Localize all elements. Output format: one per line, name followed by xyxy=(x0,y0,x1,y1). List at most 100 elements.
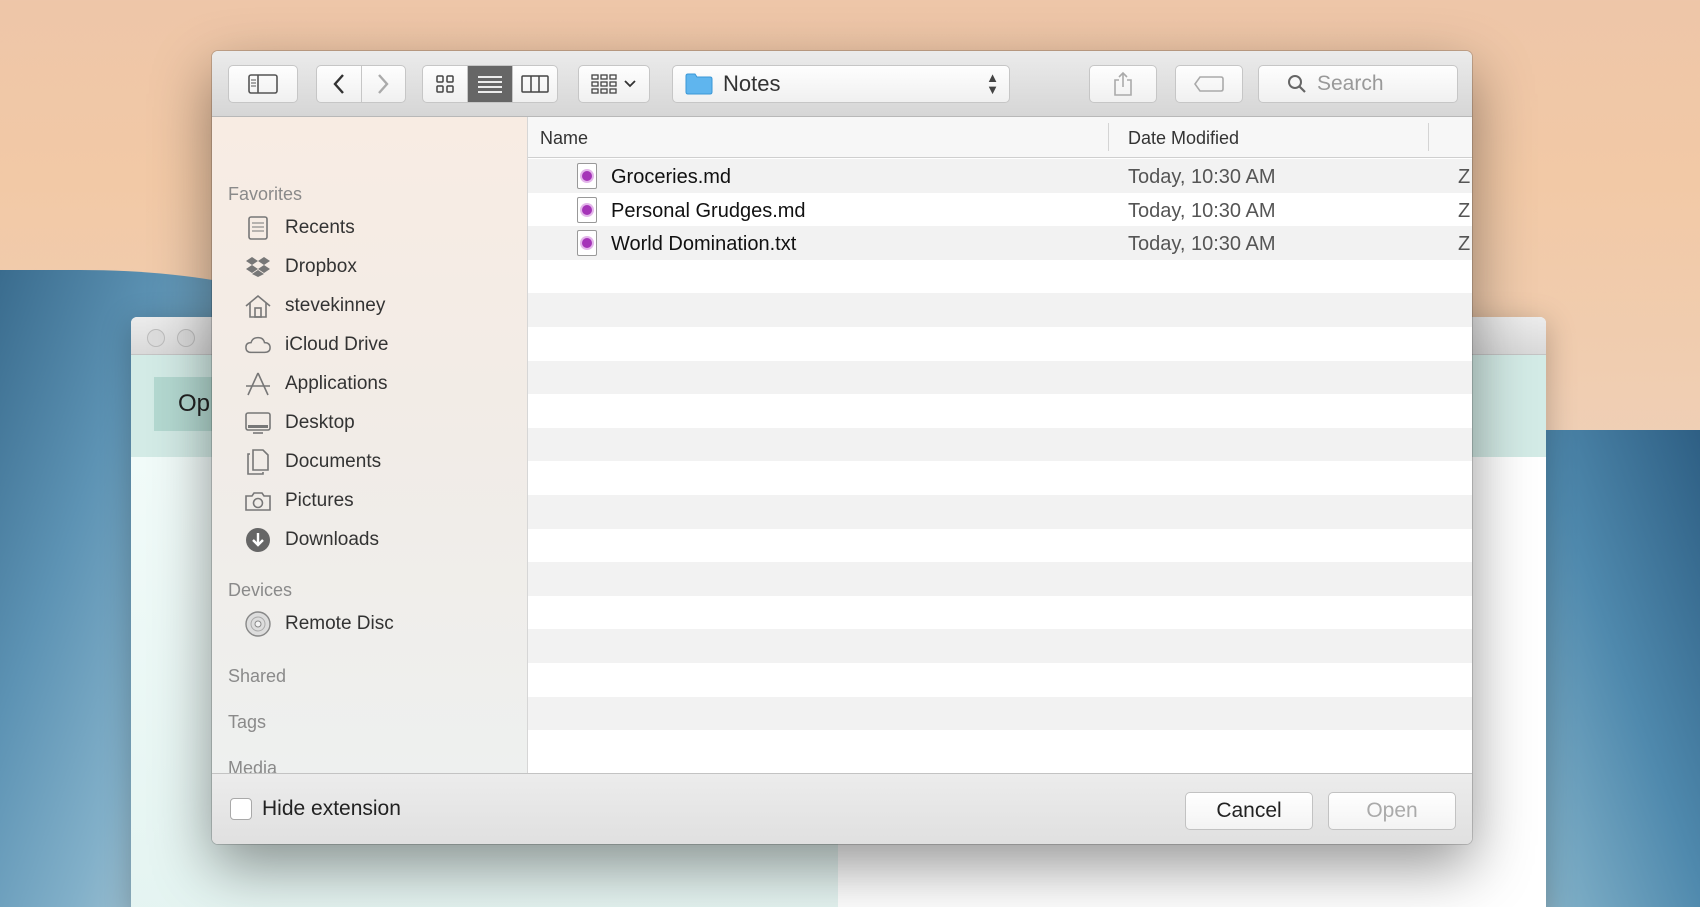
empty-row xyxy=(528,259,1472,294)
empty-row xyxy=(528,461,1472,495)
open-file-dialog: Notes ▲ ▼ Search Favorites Recents Dropbo… xyxy=(212,51,1472,844)
chevron-down-icon xyxy=(624,80,636,88)
empty-row xyxy=(528,629,1472,663)
sidebar-item-recents[interactable]: Recents xyxy=(245,212,355,244)
disc-icon xyxy=(245,611,271,637)
up-down-arrows-icon: ▲ ▼ xyxy=(986,70,999,97)
share-icon xyxy=(1114,71,1132,96)
sidebar-item-remote-disc[interactable]: Remote Disc xyxy=(245,608,394,640)
forward-button[interactable] xyxy=(362,66,406,102)
sidebar-item-pictures[interactable]: Pictures xyxy=(245,485,354,517)
location-popup[interactable]: Notes ▲ ▼ xyxy=(672,65,1010,103)
file-date-modified: Today, 10:30 AM xyxy=(1128,166,1276,188)
column-header-name[interactable]: Name xyxy=(540,128,588,149)
dialog-footer: Hide extension Cancel Open xyxy=(212,773,1472,844)
icon-view-icon xyxy=(436,75,454,93)
sidebar-item-label: stevekinney xyxy=(285,295,386,316)
file-date-modified: Today, 10:30 AM xyxy=(1128,199,1276,222)
applications-icon xyxy=(245,371,271,397)
table-row[interactable]: Groceries.md Today, 10:30 AM Z xyxy=(528,159,1472,193)
sidebar-item-label: Downloads xyxy=(285,529,379,550)
hide-extension-checkbox[interactable] xyxy=(230,798,252,820)
sidebar-item-label: Pictures xyxy=(285,490,354,511)
share-button[interactable] xyxy=(1089,65,1157,103)
file-date-modified: Today, 10:30 AM xyxy=(1128,233,1276,256)
empty-row xyxy=(528,562,1472,596)
cancel-button[interactable]: Cancel xyxy=(1185,792,1313,830)
icon-view-button[interactable] xyxy=(423,66,468,102)
sidebar-toggle-button[interactable] xyxy=(228,65,298,103)
column-view-button[interactable] xyxy=(513,66,557,102)
sidebar-header-tags[interactable]: Tags xyxy=(228,712,266,733)
document-file-icon xyxy=(577,230,597,257)
empty-row xyxy=(528,494,1472,529)
file-name: Personal Grudges.md xyxy=(611,199,806,222)
chevron-right-icon xyxy=(378,74,389,94)
folder-icon xyxy=(685,73,713,95)
sidebar-item-applications[interactable]: Applications xyxy=(245,368,387,400)
sidebar-item-downloads[interactable]: Downloads xyxy=(245,524,379,556)
close-window-button[interactable] xyxy=(147,329,165,347)
desktop-icon xyxy=(245,410,271,436)
view-mode-control xyxy=(422,65,558,103)
sidebar-item-icloud-drive[interactable]: iCloud Drive xyxy=(245,329,388,361)
sidebar-item-documents[interactable]: Documents xyxy=(245,446,381,478)
dropbox-icon xyxy=(245,254,271,280)
camera-icon xyxy=(245,488,271,514)
column-view-icon xyxy=(521,75,549,93)
column-divider[interactable] xyxy=(1108,123,1109,151)
empty-row xyxy=(528,427,1472,462)
file-rows: Groceries.md Today, 10:30 AM Z Personal … xyxy=(528,159,1472,764)
sidebar-header-favorites: Favorites xyxy=(228,184,303,204)
sidebar-item-label: Remote Disc xyxy=(285,613,394,634)
tag-button[interactable] xyxy=(1175,65,1243,103)
arrange-menu-button[interactable] xyxy=(578,65,650,103)
sidebar-header-devices: Devices xyxy=(228,580,293,600)
column-header-row: Name Date Modified xyxy=(528,117,1472,158)
empty-row xyxy=(528,293,1472,327)
empty-row xyxy=(528,696,1472,731)
empty-row xyxy=(528,360,1472,395)
chevron-left-icon xyxy=(333,74,344,94)
document-file-icon xyxy=(577,163,597,189)
file-list: Name Date Modified Groceries.md Today, 1… xyxy=(528,117,1472,773)
column-header-date-modified[interactable]: Date Modified xyxy=(1128,128,1239,149)
empty-row xyxy=(528,730,1472,764)
list-view-button[interactable] xyxy=(468,66,513,102)
open-button[interactable]: Open xyxy=(1328,792,1456,830)
empty-row xyxy=(528,662,1472,697)
sidebar-item-label: Documents xyxy=(285,451,382,472)
empty-row xyxy=(528,528,1472,563)
table-row[interactable]: Personal Grudges.md Today, 10:30 AM Z xyxy=(528,192,1472,227)
document-file-icon xyxy=(577,196,597,223)
hide-extension-label[interactable]: Hide extension xyxy=(262,797,401,821)
location-label: Notes xyxy=(723,71,781,96)
grid-arrange-icon xyxy=(591,74,617,94)
dialog-toolbar: Notes ▲ ▼ Search xyxy=(212,51,1472,117)
home-icon xyxy=(245,293,271,319)
sidebar: Favorites Recents Dropbox stevekinney iC… xyxy=(212,117,528,778)
sidebar-item-label: Dropbox xyxy=(285,256,357,277)
sidebar-header-shared[interactable]: Shared xyxy=(228,666,286,687)
sidebar-item-label: Applications xyxy=(285,373,388,394)
minimize-window-button[interactable] xyxy=(177,329,195,347)
empty-row xyxy=(528,595,1472,630)
column-divider[interactable] xyxy=(1428,123,1429,151)
table-row[interactable]: World Domination.txt Today, 10:30 AM Z xyxy=(528,226,1472,260)
empty-row xyxy=(528,326,1472,361)
sidebar-item-label: Recents xyxy=(285,217,355,238)
sidebar-icon xyxy=(248,74,278,94)
search-icon xyxy=(1288,75,1306,93)
back-button[interactable] xyxy=(317,66,362,102)
search-field[interactable]: Search xyxy=(1258,65,1458,103)
recents-icon xyxy=(245,215,271,241)
sidebar-item-stevekinney[interactable]: stevekinney xyxy=(245,290,385,322)
search-placeholder: Search xyxy=(1317,72,1384,95)
sidebar-item-dropbox[interactable]: Dropbox xyxy=(245,251,357,283)
sidebar-item-label: Desktop xyxy=(285,412,355,433)
sidebar-item-desktop[interactable]: Desktop xyxy=(245,407,355,439)
file-name: World Domination.txt xyxy=(611,233,797,256)
sidebar-item-label: iCloud Drive xyxy=(285,334,389,355)
tag-icon xyxy=(1194,76,1224,92)
download-icon xyxy=(245,527,271,553)
